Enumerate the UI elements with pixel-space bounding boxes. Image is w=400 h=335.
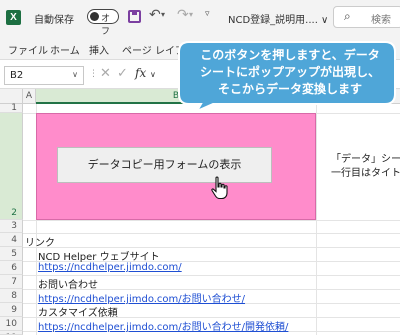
row-header-11[interactable]: 11: [0, 331, 23, 335]
row-header-1[interactable]: 1: [0, 104, 23, 113]
name-box[interactable]: B2 ∨: [4, 66, 84, 85]
gridline: [23, 220, 400, 221]
more-dots-icon: ⋮: [89, 69, 98, 79]
tab-insert[interactable]: 挿入: [89, 42, 109, 57]
tab-home[interactable]: ホーム: [50, 42, 80, 57]
column-header-a[interactable]: A: [23, 89, 36, 104]
title-bar: X 自動保存 オフ ↶ ▾ ↷ ▾ ▿ NCD登録_説明用.... ∨ ⌕ 検索: [0, 0, 400, 37]
toggle-knob: [90, 12, 99, 21]
side-note-line-1: 「データ」シート: [331, 154, 400, 165]
excel-logo-icon: X: [6, 10, 21, 25]
chevron-down-icon: ∨: [150, 70, 156, 79]
select-all-corner[interactable]: [0, 89, 23, 104]
row-header-3[interactable]: 3: [0, 220, 23, 233]
side-note-line-2: 一行目はタイト: [331, 168, 400, 179]
cancel-icon[interactable]: ✕: [100, 66, 111, 81]
search-placeholder: 検索: [371, 15, 391, 26]
row-header-2[interactable]: 2: [0, 113, 23, 220]
autosave-state: オフ: [101, 14, 111, 37]
name-box-value: B2: [10, 70, 24, 81]
callout-line-2: シートにポップアップが出現し、: [199, 65, 380, 79]
callout-line-3: そこからデータ変換します: [217, 82, 362, 96]
contact-label: お問い合わせ: [38, 280, 98, 291]
autosave-label: 自動保存: [34, 15, 74, 26]
row-header-7[interactable]: 7: [0, 275, 23, 289]
search-icon: ⌕: [344, 9, 351, 23]
gridline: [23, 233, 400, 234]
redo-icon[interactable]: ↷: [177, 7, 189, 23]
row-header-6[interactable]: 6: [0, 261, 23, 275]
save-icon[interactable]: [128, 10, 141, 23]
search-input[interactable]: ⌕ 検索: [333, 6, 400, 28]
customize-toolbar-icon[interactable]: ▿: [205, 9, 210, 19]
ncd-helper-site-link[interactable]: https://ncdhelper.jimdo.com/: [38, 262, 182, 273]
callout-text: このボタンを押しますと、データ シートにポップアップが出現し、 そこからデータ変…: [195, 47, 385, 98]
document-title[interactable]: NCD登録_説明用.... ∨: [228, 11, 328, 26]
callout-line-1: このボタンを押しますと、データ: [200, 48, 380, 62]
row-header-10[interactable]: 10: [0, 317, 23, 331]
undo-icon[interactable]: ↶: [149, 7, 161, 23]
insert-function-button[interactable]: fx ∨: [135, 66, 156, 80]
autosave-toggle[interactable]: オフ: [87, 9, 119, 37]
row-header-4[interactable]: 4: [0, 233, 23, 247]
chevron-down-icon[interactable]: ∨: [72, 70, 78, 79]
tab-file[interactable]: ファイル: [8, 42, 48, 57]
row-header-8[interactable]: 8: [0, 289, 23, 303]
confirm-icon[interactable]: ✓: [117, 66, 128, 81]
chevron-down-icon[interactable]: ▾: [189, 10, 193, 19]
chevron-down-icon[interactable]: ▾: [161, 10, 165, 19]
row-header-5[interactable]: 5: [0, 247, 23, 261]
links-heading: リンク: [25, 238, 55, 249]
ncd-helper-site-label: NCD Helper ウェブサイト: [38, 252, 160, 263]
row-header-9[interactable]: 9: [0, 303, 23, 317]
customize-request-link[interactable]: https://ncdhelper.jimdo.com/お問い合わせ/開発依頼/: [38, 318, 288, 333]
contact-link[interactable]: https://ncdhelper.jimdo.com/お問い合わせ/: [38, 290, 245, 305]
customize-request-label: カスタマイズ依頼: [38, 308, 118, 319]
show-copy-form-button[interactable]: データコピー用フォームの表示: [57, 147, 272, 183]
hand-cursor-icon: [211, 176, 228, 200]
fx-label: fx: [135, 66, 147, 80]
